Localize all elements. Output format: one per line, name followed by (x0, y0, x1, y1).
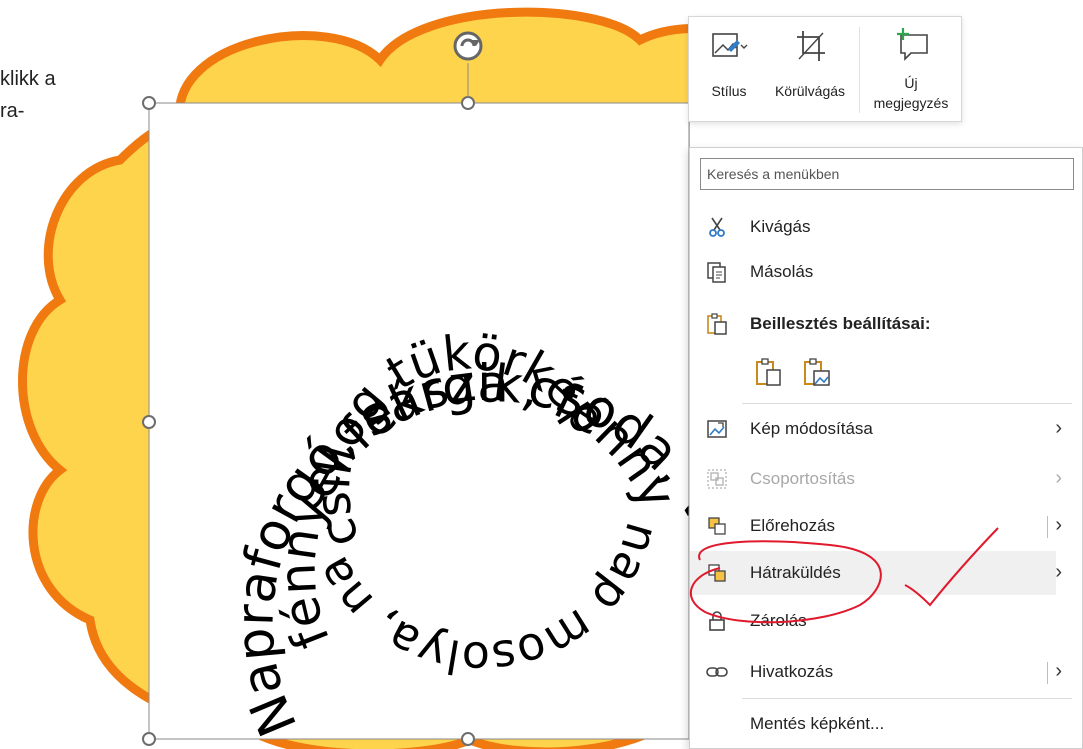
slide-side-text-2: ra- (0, 100, 25, 122)
crop-button[interactable]: Körülvágás (765, 17, 855, 121)
menu-item-copy-label: Másolás (750, 262, 814, 281)
menu-item-lock-label: Zárolás (750, 611, 807, 630)
style-label: Stílus (711, 83, 747, 99)
menu-search-input[interactable] (700, 158, 1074, 190)
chevron-right-icon: › (1055, 417, 1062, 439)
style-button[interactable]: Stílus (695, 17, 763, 121)
menu-item-link[interactable]: Hivatkozás › (690, 650, 1062, 694)
menu-item-lock[interactable]: Zárolás (690, 599, 1056, 643)
crop-icon (797, 31, 825, 61)
menu-item-change-picture[interactable]: Kép módosítása › (690, 407, 1062, 451)
copy-icon (707, 262, 726, 283)
chevron-right-icon[interactable]: › (1055, 514, 1062, 537)
mini-toolbar: Stílus Körülvágás Új megjegyzés (688, 16, 962, 122)
new-comment-label-1: Új (904, 75, 918, 91)
paste-keep-format-icon[interactable] (754, 358, 784, 388)
menu-item-send-backward-label: Hátraküldés (750, 563, 841, 582)
chevron-right-icon: › (1055, 467, 1062, 489)
resize-handle-top (461, 96, 475, 110)
menu-item-link-label: Hivatkozás (750, 662, 834, 681)
menu-item-send-backward[interactable]: Hátraküldés › (690, 551, 1062, 595)
split-separator (1047, 516, 1048, 538)
crop-label: Körülvágás (774, 83, 846, 99)
paste-options-label: Beillesztés beállításai: (750, 314, 931, 333)
split-separator (1047, 662, 1048, 684)
rotate-handle-icon[interactable] (453, 31, 483, 61)
lock-icon (709, 611, 725, 631)
menu-item-group-label: Csoportosítás (750, 469, 855, 488)
group-icon (707, 469, 727, 489)
picture-style-icon (712, 33, 748, 57)
menu-item-paste-options: Beillesztés beállításai: (690, 302, 1056, 346)
resize-handle-tl (142, 96, 156, 110)
slide-side-text-1: klikk a (0, 68, 56, 90)
paste-icon (707, 313, 727, 335)
menu-item-save-as-picture[interactable]: Mentés képként... (690, 702, 1056, 746)
menu-item-group[interactable]: Csoportosítás › (690, 457, 1062, 501)
menu-item-save-as-picture-label: Mentés képként... (750, 714, 885, 733)
menu-item-cut[interactable]: Kivágás (690, 205, 1056, 249)
scissors-icon (709, 217, 725, 237)
resize-handle-bl (142, 732, 156, 746)
context-menu: Kivágás Másolás Beillesztés beállításai: (689, 147, 1083, 749)
menu-item-bring-forward[interactable]: Előrehozás › (690, 504, 1062, 548)
resize-handle-bottom (461, 732, 475, 746)
menu-item-bring-forward-label: Előrehozás (750, 516, 836, 535)
menu-item-change-picture-label: Kép módosítása (750, 419, 873, 438)
new-comment-button[interactable]: Új megjegyzés (863, 17, 959, 121)
resize-handle-left (142, 415, 156, 429)
paste-as-picture-icon[interactable] (802, 358, 832, 388)
send-backward-icon (708, 564, 726, 582)
chevron-right-icon[interactable]: › (1055, 561, 1062, 584)
toolbar-separator (859, 27, 860, 113)
new-comment-label-2: megjegyzés (873, 95, 949, 111)
menu-separator (742, 698, 1072, 699)
chevron-right-icon[interactable]: › (1055, 660, 1062, 683)
menu-item-cut-label: Kivágás (750, 217, 811, 236)
menu-item-copy[interactable]: Másolás (690, 250, 1056, 294)
change-picture-icon (707, 420, 727, 438)
new-comment-icon (897, 28, 928, 61)
bring-forward-icon (708, 517, 726, 535)
link-icon (706, 667, 728, 677)
menu-separator (742, 403, 1072, 404)
